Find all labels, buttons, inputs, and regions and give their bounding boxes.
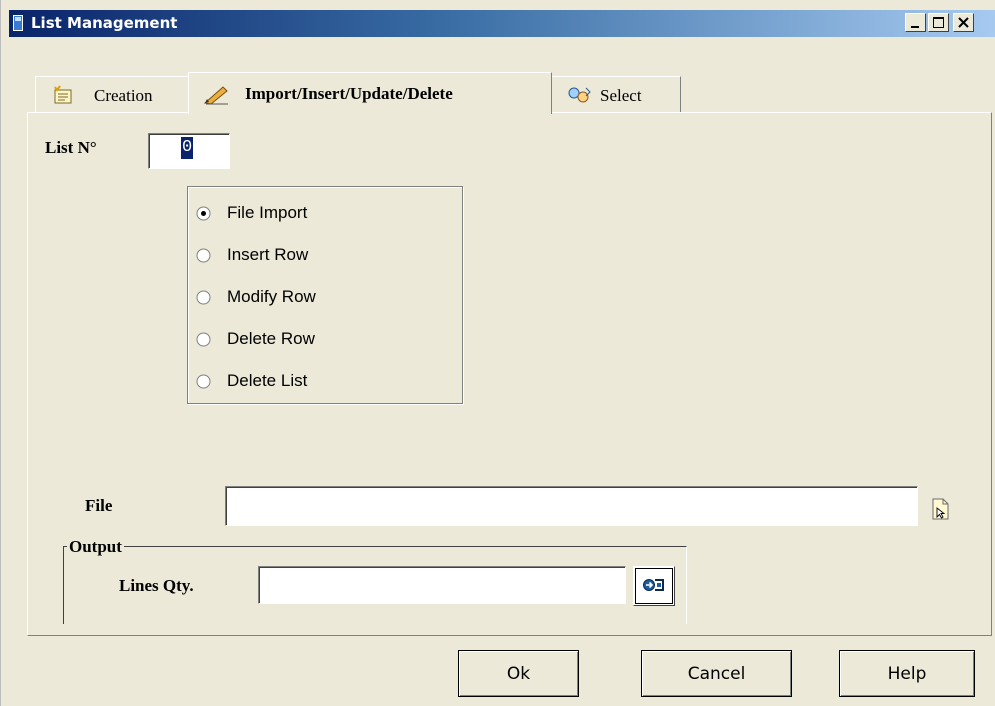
- help-button[interactable]: Help: [839, 650, 975, 697]
- maximize-button[interactable]: [928, 13, 949, 32]
- tab-import-label: Import/Insert/Update/Delete: [245, 84, 453, 103]
- select-arrows-icon: [566, 85, 592, 110]
- maximize-icon: [933, 17, 944, 28]
- output-legend: Output: [67, 537, 124, 557]
- tab-creation[interactable]: Creation: [35, 76, 189, 112]
- list-creation-icon: [52, 85, 74, 110]
- tab-select-label: Select: [600, 86, 642, 105]
- minimize-icon: [911, 26, 919, 28]
- pencil-edit-icon: [203, 83, 229, 110]
- list-management-window: List Management Creation Import/Insert/U…: [0, 0, 995, 706]
- minimize-button[interactable]: [905, 13, 926, 32]
- tab-panel: [27, 112, 992, 636]
- app-icon: [13, 15, 23, 31]
- tab-import-insert-update-delete[interactable]: Import/Insert/Update/Delete: [188, 72, 552, 114]
- close-button[interactable]: [953, 13, 974, 32]
- window-title: List Management: [31, 14, 178, 32]
- ok-button[interactable]: Ok: [458, 650, 579, 697]
- cancel-button[interactable]: Cancel: [641, 650, 792, 697]
- tab-creation-label: Creation: [94, 86, 153, 105]
- close-icon: [958, 17, 969, 28]
- title-bar[interactable]: List Management: [9, 10, 995, 37]
- tab-select[interactable]: Select: [551, 76, 681, 112]
